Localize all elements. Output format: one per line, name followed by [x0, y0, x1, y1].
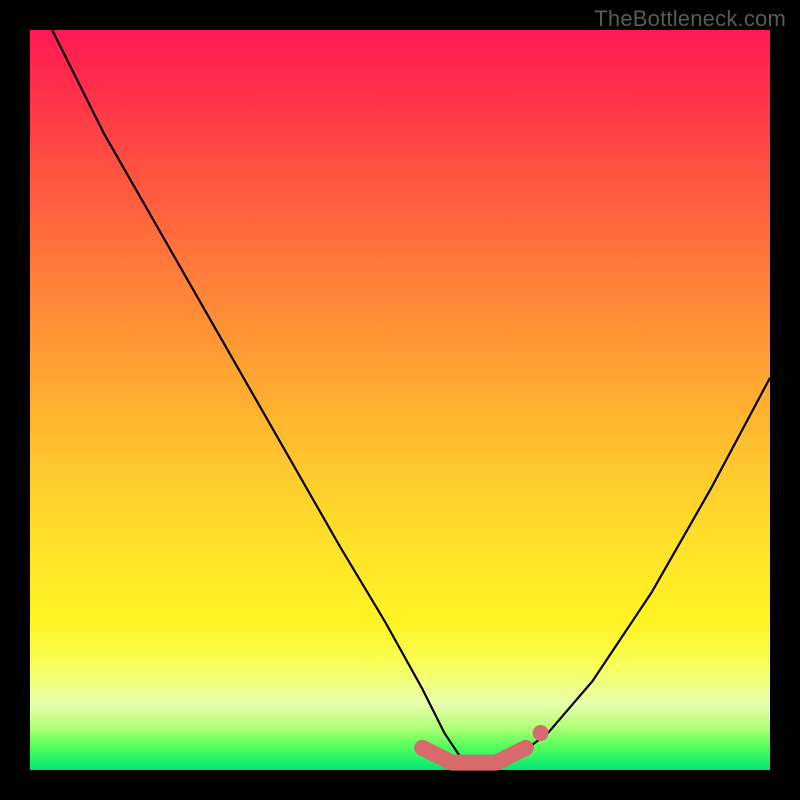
highlight-markers — [422, 725, 548, 763]
chart-frame: TheBottleneck.com — [0, 0, 800, 800]
watermark-text: TheBottleneck.com — [594, 6, 786, 32]
gradient-plot-area — [30, 30, 770, 770]
curve-layer — [30, 30, 770, 770]
highlight-end-dot — [533, 725, 549, 741]
bottleneck-curve — [52, 30, 770, 763]
highlight-blob — [422, 748, 526, 763]
